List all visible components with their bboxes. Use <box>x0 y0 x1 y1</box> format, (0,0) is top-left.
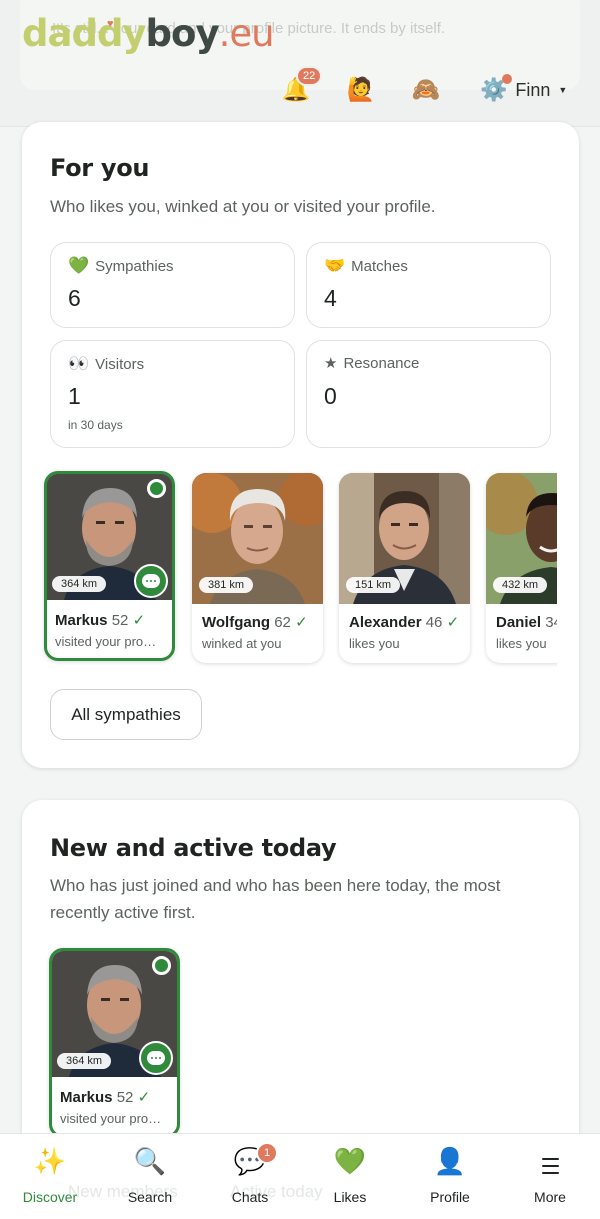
new-active-subtitle: Who has just joined and who has been her… <box>50 876 501 922</box>
see-no-evil-monkey-icon[interactable]: 🙈 <box>411 74 441 104</box>
profile-name-line: Wolfgang 62 ✓ <box>202 614 308 631</box>
distance-badge: 364 km <box>57 1053 112 1069</box>
caret-down-icon: ▼ <box>558 85 568 95</box>
profile-status: likes you <box>496 636 547 651</box>
stat-value: 6 <box>68 285 81 311</box>
chat-bubble-icon[interactable] <box>139 1041 173 1075</box>
handshake-icon: 🤝 <box>324 256 346 275</box>
user-menu[interactable]: ⚙️ Finn ▼ <box>480 76 567 104</box>
settings-alert-dot <box>502 74 512 84</box>
nav-label: Search <box>127 1189 173 1205</box>
nav-label: Likes <box>333 1189 367 1205</box>
distance-badge: 151 km <box>346 577 401 593</box>
waving-person-icon[interactable]: 🙋 <box>346 74 376 104</box>
stat-value: 1 <box>68 383 81 409</box>
profile-status: visited your pro… <box>55 634 157 649</box>
online-indicator <box>147 479 166 498</box>
stat-note: in 30 days <box>68 418 123 432</box>
stat-value: 0 <box>324 383 337 409</box>
top-header: It's still... your card and your profile… <box>0 0 600 127</box>
verified-check-icon: ✓ <box>137 1089 151 1106</box>
hamburger-icon <box>542 1158 559 1179</box>
nav-label: More <box>534 1189 566 1205</box>
stat-label: Visitors <box>95 355 145 373</box>
nav-label: Profile <box>430 1189 470 1205</box>
green-heart-icon: 💚 <box>333 1146 367 1176</box>
sparkles-icon: ✨ <box>33 1146 67 1176</box>
distance-badge: 364 km <box>52 576 107 592</box>
stat-label: Matches <box>351 257 408 275</box>
nav-label: Chats <box>231 1189 269 1205</box>
online-indicator <box>152 956 171 975</box>
stat-label: Sympathies <box>95 257 174 275</box>
profile-tile-wolfgang[interactable]: 381 km Wolfgang 62 ✓ winked at you <box>192 473 323 663</box>
chat-bubble-icon[interactable] <box>134 564 168 598</box>
verified-check-icon: ✓ <box>132 612 146 629</box>
nav-likes[interactable]: 💚 Likes <box>300 1144 400 1214</box>
chats-badge: 1 <box>256 1142 278 1164</box>
verified-check-icon: ✓ <box>295 614 308 631</box>
stat-value: 4 <box>324 285 337 311</box>
stat-sympathies[interactable]: 💚 Sympathies 6 <box>50 242 295 328</box>
nav-chats[interactable]: 💬 1 Chats <box>200 1142 300 1214</box>
distance-badge: 381 km <box>199 577 254 593</box>
bottom-navigation: New members Active today ✨ Discover 🔍 Se… <box>0 1133 600 1219</box>
green-heart-icon: 💚 <box>68 256 90 275</box>
notifications-badge: 22 <box>296 66 323 86</box>
for-you-subtitle: Who likes you, winked at you or visited … <box>50 197 436 216</box>
profile-name-line: Alexander 46 ✓ <box>349 614 460 631</box>
profile-status: visited your pro… <box>60 1111 162 1126</box>
profile-status: likes you <box>349 636 400 651</box>
profile-name-line: Markus 52 ✓ <box>60 1089 151 1106</box>
nav-discover[interactable]: ✨ Discover <box>0 1144 100 1214</box>
profile-tile-markus[interactable]: 364 km Markus 52 ✓ visited your pro… <box>44 471 175 661</box>
all-sympathies-button[interactable]: All sympathies <box>50 689 202 740</box>
stat-label: Resonance <box>343 354 420 372</box>
profile-name-line: Markus 52 ✓ <box>55 612 146 629</box>
nav-search[interactable]: 🔍 Search <box>100 1144 200 1214</box>
new-active-title: New and active today <box>50 834 337 862</box>
profile-name-line: Daniel 34 ✓ <box>496 614 557 631</box>
nav-label: Discover <box>22 1189 78 1205</box>
profile-tile-alexander[interactable]: 151 km Alexander 46 ✓ likes you <box>339 473 470 663</box>
verified-check-icon: ✓ <box>446 614 460 631</box>
distance-badge: 432 km <box>493 577 548 593</box>
for-you-title: For you <box>50 154 150 182</box>
nav-profile[interactable]: 👤 Profile <box>400 1144 500 1214</box>
sympathies-carousel[interactable]: 364 km Markus 52 ✓ visited your pro… 381… <box>42 468 557 668</box>
stat-visitors[interactable]: 👀 Visitors 1 in 30 days <box>50 340 295 448</box>
speech-bubble-icon: 💬 <box>233 1146 267 1176</box>
site-logo[interactable]: daddyboy.eu <box>22 12 275 55</box>
person-silhouette-icon: 👤 <box>433 1146 467 1176</box>
star-icon: ★ <box>324 355 338 372</box>
profile-tile-markus[interactable]: 364 km Markus 52 ✓ visited your pro… <box>49 948 180 1138</box>
user-name: Finn <box>515 79 551 100</box>
logo-heart-icon: ♥ <box>107 18 114 30</box>
for-you-card: For you Who likes you, winked at you or … <box>22 122 579 768</box>
magnifier-icon: 🔍 <box>133 1146 167 1176</box>
profile-tile-daniel[interactable]: 432 km Daniel 34 ✓ likes you <box>486 473 557 663</box>
stat-resonance[interactable]: ★ Resonance 0 <box>306 340 551 448</box>
stat-matches[interactable]: 🤝 Matches 4 <box>306 242 551 328</box>
nav-more[interactable]: More <box>500 1144 600 1214</box>
profile-status: winked at you <box>202 636 282 651</box>
eyes-icon: 👀 <box>68 354 90 373</box>
